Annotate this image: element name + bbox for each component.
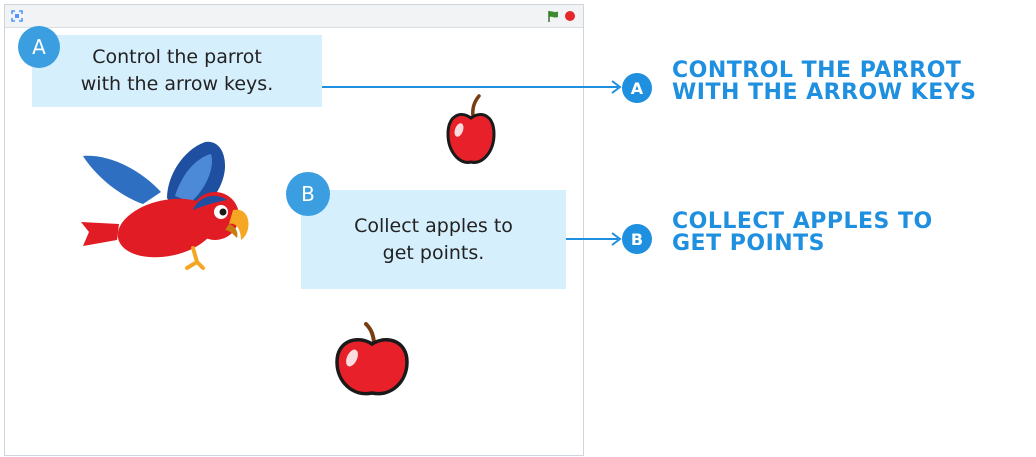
- annotation-b-text: COLLECT APPLES TO GET POINTS: [672, 211, 933, 255]
- instruction-callout-a: Control the parrot with the arrow keys.: [32, 35, 322, 107]
- annotation-b-line-2: GET POINTS: [672, 231, 826, 256]
- annotation-a-text: CONTROL THE PARROT WITH THE ARROW KEYS: [672, 60, 977, 104]
- callout-b-line-1: Collect apples to: [354, 214, 513, 237]
- connector-arrow-a: [322, 80, 622, 94]
- annotation-a-line-1: CONTROL THE PARROT: [672, 58, 962, 83]
- apple-icon[interactable]: [333, 320, 411, 398]
- annotation-b-line-1: COLLECT APPLES TO: [672, 209, 933, 234]
- stage-toolbar: [5, 5, 583, 28]
- annotation-badge-b: B: [622, 224, 652, 254]
- stop-icon[interactable]: [565, 11, 575, 21]
- annotation-a-line-2: WITH THE ARROW KEYS: [672, 80, 977, 105]
- fullscreen-icon[interactable]: [11, 10, 23, 22]
- parrot-icon[interactable]: [75, 136, 255, 276]
- callout-a-line-2: with the arrow keys.: [80, 73, 274, 95]
- green-flag-icon[interactable]: [547, 10, 559, 22]
- callout-a-line-1: Control the parrot: [92, 46, 262, 68]
- callout-b-badge: B: [286, 172, 330, 216]
- callout-b-line-2: get points.: [382, 241, 485, 264]
- annotation-badge-a: A: [622, 73, 652, 103]
- instruction-callout-b: Collect apples to get points.: [301, 190, 566, 289]
- callout-a-badge: A: [18, 26, 60, 68]
- connector-arrow-b: [566, 232, 622, 246]
- apple-icon[interactable]: [446, 92, 496, 167]
